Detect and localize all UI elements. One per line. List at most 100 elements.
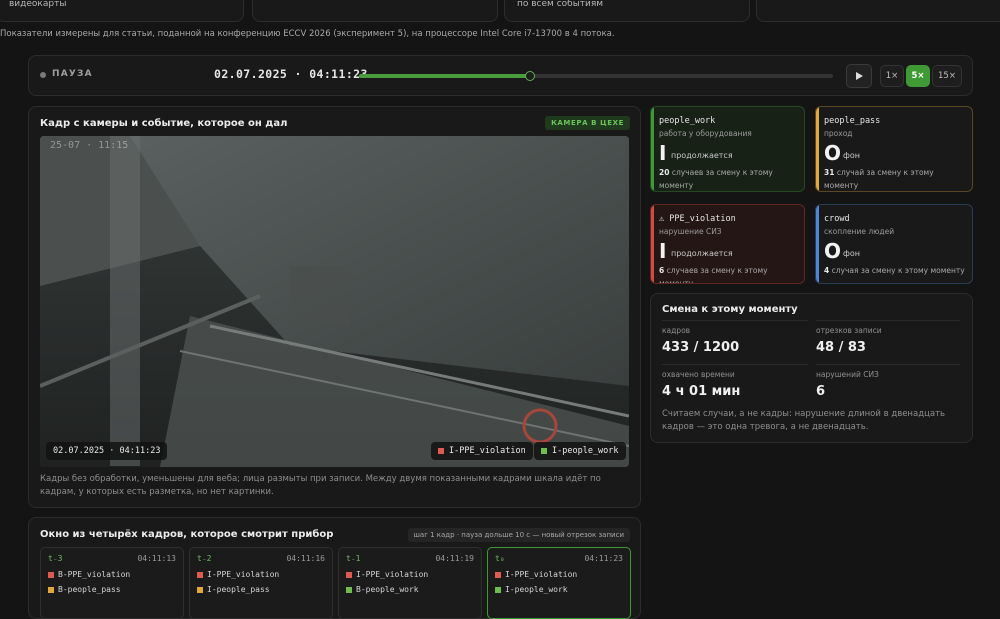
camera-caption: Кадры без обработки, уменьшены для веба;… xyxy=(40,474,601,497)
stat-violations-label: нарушений СИЗ xyxy=(816,370,879,379)
event-state-letter: O xyxy=(824,141,842,165)
window-frame-t-2[interactable]: t₋2 04:11:16 I-PPE_violation I-people_pa… xyxy=(189,547,333,619)
stat-frames-value: 433 / 1200 xyxy=(662,340,740,355)
frame-index: t₋1 xyxy=(346,554,361,563)
camera-frame: 25-07 · 11:15 02.07.2025 · 04:11:23 I-PP… xyxy=(40,136,629,467)
frame-index: t₀ xyxy=(495,554,505,563)
event-count-text: 6 случаев за смену к этому моменту xyxy=(659,264,801,284)
frame-label-text: B-people_pass xyxy=(58,585,121,594)
divider xyxy=(662,320,808,321)
event-state-letter: O xyxy=(824,239,842,263)
frame-label-text: I-PPE_violation xyxy=(505,570,578,579)
divider xyxy=(816,320,960,321)
tag-color-swatch xyxy=(438,447,444,454)
timeline-progress xyxy=(359,74,530,78)
stat-frames-label: кадров xyxy=(662,326,691,335)
frame-window-badge: шаг 1 кадр · пауза дольше 10 с — новый о… xyxy=(407,528,630,542)
event-description: проход xyxy=(824,129,853,138)
frame-window-title: Окно из четырёх кадров, которое смотрит … xyxy=(40,529,334,540)
frame-timestamp: 02.07.2025 · 04:11:23 xyxy=(46,442,168,460)
event-count-text: 20 случаев за смену к этому моменту xyxy=(659,166,801,191)
summary-card-3: по всем событиям xyxy=(504,0,750,22)
frame-time: 04:11:13 xyxy=(137,554,176,563)
event-count-label: случаев за смену к этому моменту xyxy=(659,266,768,284)
frame-label: I-PPE_violation xyxy=(495,570,577,579)
speed-1x-button[interactable]: 1× xyxy=(880,65,904,87)
event-count: 31 xyxy=(824,168,835,177)
play-button[interactable] xyxy=(846,64,872,88)
speed-5x-button[interactable]: 5× xyxy=(906,65,930,87)
frame-label-text: I-PPE_violation xyxy=(207,570,280,579)
divider xyxy=(662,364,808,365)
speed-15x-button[interactable]: 15× xyxy=(932,65,962,87)
stat-segments-label: отрезков записи xyxy=(816,326,882,335)
stat-violations-value: 6 xyxy=(816,384,826,399)
playback-timestamp: 02.07.2025 · 04:11:23 xyxy=(214,67,368,81)
summary-card-3-text: по всем событиям xyxy=(517,0,604,9)
frame-label-text: I-people_work xyxy=(505,585,568,594)
frame-label: I-PPE_violation xyxy=(346,570,428,579)
event-state: фон xyxy=(843,249,860,258)
stat-time-label: охвачено времени xyxy=(662,370,735,379)
label-color-swatch xyxy=(346,571,352,578)
camera-location-badge: КАМЕРА В ЦЕХЕ xyxy=(545,116,630,130)
event-card-ppe-violation[interactable]: ⚠ PPE_violation нарушение СИЗ I продолжа… xyxy=(650,204,805,284)
event-count-text: 4 случая за смену к этому моменту xyxy=(824,264,966,277)
event-state-letter: I xyxy=(659,239,667,263)
window-frame-t-3[interactable]: t₋3 04:11:13 B-PPE_violation B-people_pa… xyxy=(40,547,184,619)
event-state: фон xyxy=(843,151,860,160)
benchmark-note: Показатели измерены для статьи, поданной… xyxy=(0,29,615,39)
event-description: нарушение СИЗ xyxy=(659,227,722,236)
camera-osd-text: 25-07 · 11:15 xyxy=(50,140,128,151)
label-color-swatch xyxy=(346,586,352,593)
event-card-crowd[interactable]: crowd скопление людей O фон 4 случая за … xyxy=(815,204,973,284)
frame-index: t₋2 xyxy=(197,554,212,563)
playback-bar: ПАУЗА 02.07.2025 · 04:11:23 1× 5× 15× xyxy=(28,55,973,96)
window-frame-t0[interactable]: t₀ 04:11:23 I-PPE_violation I-people_wor… xyxy=(487,547,631,619)
frame-index: t₋3 xyxy=(48,554,63,563)
divider xyxy=(816,364,960,365)
shift-stats-note: Считаем случаи, а не кадры: нарушение дл… xyxy=(662,409,946,432)
event-name: people_pass xyxy=(824,116,881,126)
frame-label: B-people_pass xyxy=(48,585,121,594)
frame-label-text: B-PPE_violation xyxy=(58,570,131,579)
label-color-swatch xyxy=(495,571,501,578)
frame-label: B-people_work xyxy=(346,585,419,594)
stat-time-value: 4 ч 01 мин xyxy=(662,384,741,399)
event-count: 6 xyxy=(659,266,665,275)
frame-label-text: I-PPE_violation xyxy=(356,570,429,579)
event-count: 4 xyxy=(824,266,830,275)
label-color-swatch xyxy=(48,586,54,593)
event-card-people-pass[interactable]: people_pass проход O фон 31 случай за см… xyxy=(815,106,973,192)
summary-card-1: видеокарты xyxy=(0,0,244,22)
summary-card-2 xyxy=(252,0,498,22)
event-state-letter: I xyxy=(659,141,667,165)
event-count-text: 31 случай за смену к этому моменту xyxy=(824,166,966,191)
status-dot-icon xyxy=(40,72,46,78)
shift-stats-title: Смена к этому моменту xyxy=(662,304,798,315)
frame-tag-label: I-people_work xyxy=(552,446,619,456)
stat-segments-value: 48 / 83 xyxy=(816,340,866,355)
event-state: продолжается xyxy=(671,151,733,160)
frame-time: 04:11:23 xyxy=(584,554,623,563)
timeline-slider[interactable] xyxy=(359,71,833,81)
frame-time: 04:11:16 xyxy=(286,554,325,563)
event-stripe xyxy=(816,205,819,283)
window-frame-t-1[interactable]: t₋1 04:11:19 I-PPE_violation B-people_wo… xyxy=(338,547,482,619)
playback-status: ПАУЗА xyxy=(52,69,93,79)
event-count-label: случая за смену к этому моменту xyxy=(831,266,965,275)
event-name: people_work xyxy=(659,116,716,126)
event-count: 20 xyxy=(659,168,670,177)
frame-label: I-people_work xyxy=(495,585,568,594)
event-card-people-work[interactable]: people_work работа у оборудования I прод… xyxy=(650,106,805,192)
timeline-handle[interactable] xyxy=(524,71,535,81)
label-color-swatch xyxy=(197,586,203,593)
event-stripe xyxy=(651,107,654,191)
frame-tag-label: I-PPE_violation xyxy=(449,446,526,456)
frame-tag-people-work: I-people_work xyxy=(534,442,626,460)
camera-panel: Кадр с камеры и событие, которое он дал … xyxy=(28,106,641,508)
event-description: работа у оборудования xyxy=(659,129,752,138)
event-count-label: случаев за смену к этому моменту xyxy=(659,168,773,190)
summary-card-1-text: видеокарты xyxy=(9,0,67,9)
summary-card-4 xyxy=(756,0,1000,22)
